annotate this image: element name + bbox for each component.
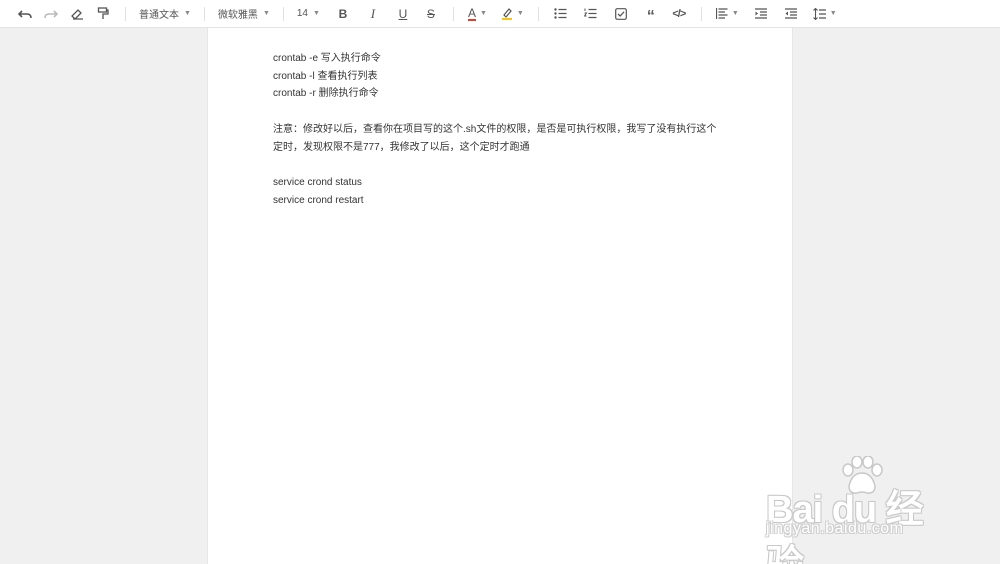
align-button[interactable]: ▼ (713, 3, 742, 25)
chevron-down-icon: ▼ (516, 10, 524, 17)
eraser-icon (70, 8, 83, 20)
font-color-icon: A (467, 5, 476, 21)
clear-format-button[interactable] (66, 3, 88, 25)
chevron-down-icon: ▼ (262, 10, 270, 17)
format-painter-button[interactable] (92, 3, 114, 25)
code-icon: </> (672, 7, 686, 20)
paragraph-style-select[interactable]: 普通文本 ▼ (135, 3, 195, 25)
toolbar-separator (700, 6, 702, 21)
indent-icon (754, 8, 767, 19)
paragraph-line: crontab -r 删除执行命令 (273, 88, 379, 100)
bullet-list-icon (554, 8, 567, 19)
indent-button[interactable] (750, 3, 772, 25)
paragraph-line: crontab -e 写入执行命令 (273, 53, 381, 64)
highlight-color-button[interactable]: ▼ (498, 3, 527, 25)
toolbar-separator (282, 6, 284, 21)
paragraph-line: 注意：修改好以后，查看你在项目写的这个.sh文件的权限，是否是可执行权限，我写了… (273, 123, 717, 135)
redo-icon (44, 9, 58, 18)
paragraph-style-label: 普通文本 (139, 10, 179, 21)
strikethrough-icon: S (426, 6, 435, 21)
highlighter-icon (501, 8, 512, 20)
document-page[interactable]: crontab -e 写入执行命令 crontab -l 查看执行列表 cronta… (207, 28, 793, 564)
underline-icon: U (398, 6, 408, 21)
baidu-paw-icon (842, 456, 883, 494)
line-height-icon (812, 7, 826, 20)
font-size-select[interactable]: 14 ▼ (293, 3, 324, 25)
font-color-button[interactable]: A ▼ (465, 3, 490, 25)
italic-icon: I (370, 5, 376, 21)
line-height-button[interactable]: ▼ (810, 3, 840, 25)
chevron-down-icon: ▼ (313, 10, 320, 17)
numbered-list-button[interactable] (580, 3, 602, 25)
strikethrough-button[interactable]: S (420, 3, 442, 25)
paragraph-line: 定时，发现权限不是777，我修改了以后，这个定时才跑通 (273, 141, 530, 153)
code-button[interactable]: </> (668, 3, 690, 25)
paragraph-line: service crond status (273, 176, 362, 188)
align-left-icon (715, 8, 728, 19)
outdent-button[interactable] (780, 3, 802, 25)
toolbar-separator (125, 6, 126, 21)
underline-button[interactable]: U (392, 3, 414, 25)
toolbar-separator (537, 6, 539, 21)
bullet-list-button[interactable] (550, 3, 572, 25)
undo-icon (18, 9, 32, 18)
font-family-label: 微软雅黑 (217, 10, 258, 21)
blockquote-button[interactable]: “ (640, 3, 662, 25)
paragraph-line: crontab -l 查看执行列表 (273, 70, 378, 82)
undo-button[interactable] (14, 3, 36, 25)
editor-toolbar: 普通文本 ▼ 微软雅黑 ▼ 14 ▼ B I U S A ▼ ▼ “ </> ▼… (0, 0, 1000, 28)
baidu-jingyan-watermark: Bai du 经验 jingyan.baidu.com (766, 456, 956, 564)
document-body[interactable]: crontab -e 写入执行命令 crontab -l 查看执行列表 cronta… (273, 50, 733, 209)
font-family-select[interactable]: 微软雅黑 ▼ (214, 3, 274, 25)
italic-button[interactable]: I (362, 3, 384, 25)
chevron-down-icon: ▼ (829, 10, 837, 17)
bold-icon: B (338, 6, 348, 21)
paragraph-line: service crond restart (273, 194, 364, 206)
numbered-list-icon (584, 8, 597, 19)
toolbar-separator (452, 6, 454, 21)
chevron-down-icon: ▼ (479, 10, 487, 17)
redo-button[interactable] (40, 3, 62, 25)
font-size-label: 14 (296, 8, 308, 19)
chevron-down-icon: ▼ (184, 10, 191, 17)
outdent-icon (784, 8, 797, 19)
chevron-down-icon: ▼ (731, 10, 739, 17)
checklist-button[interactable] (610, 3, 632, 25)
checkbox-icon (614, 7, 627, 20)
watermark-logo-text: Bai du 经验 (766, 489, 924, 564)
format-painter-icon (97, 7, 109, 19)
quote-icon: “ (646, 7, 655, 25)
bold-button[interactable]: B (332, 3, 354, 25)
toolbar-separator (203, 6, 205, 21)
